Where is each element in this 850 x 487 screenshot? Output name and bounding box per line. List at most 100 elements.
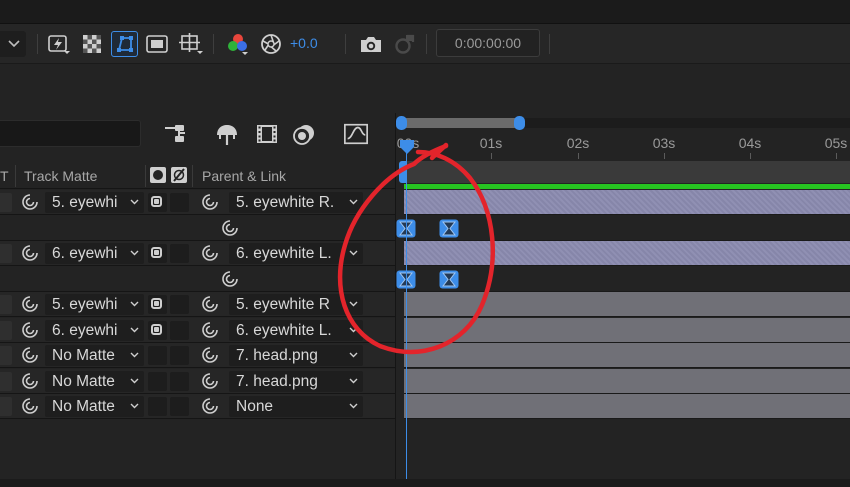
current-time-indicator-line[interactable] bbox=[406, 153, 407, 487]
matte-pickwhip-icon[interactable] bbox=[20, 192, 40, 212]
fast-preview-icon[interactable] bbox=[47, 31, 71, 57]
keyframe-track[interactable] bbox=[404, 266, 850, 292]
track-matte-dropdown[interactable]: 5. eyewhi bbox=[45, 192, 144, 213]
matte-pickwhip-icon[interactable] bbox=[20, 396, 40, 416]
keyframe-track[interactable] bbox=[404, 215, 850, 241]
matte-visibility-toggle[interactable] bbox=[148, 346, 167, 365]
matte-invert-toggle[interactable] bbox=[170, 295, 189, 314]
track-matte-dropdown[interactable]: 6. eyewhi bbox=[45, 243, 144, 264]
exposure-value[interactable]: +0.0 bbox=[290, 35, 318, 51]
parent-pickwhip-icon[interactable] bbox=[200, 320, 220, 340]
layer-row[interactable]: 5. eyewhi 5. eyewhite R. bbox=[0, 190, 395, 215]
property-pickwhip-icon[interactable] bbox=[220, 218, 240, 238]
shy-layers-icon[interactable] bbox=[163, 121, 189, 147]
layer-duration-bar[interactable] bbox=[404, 368, 850, 394]
matte-invert-toggle[interactable] bbox=[170, 346, 189, 365]
graph-editor-icon[interactable] bbox=[343, 121, 369, 147]
matte-visibility-toggle[interactable] bbox=[148, 320, 167, 340]
parent-pickwhip-icon[interactable] bbox=[200, 192, 220, 212]
layer-row[interactable]: 5. eyewhi 5. eyewhite R bbox=[0, 292, 395, 317]
parent-link-dropdown[interactable]: 6. eyewhite L. bbox=[229, 319, 363, 341]
property-pickwhip-icon[interactable] bbox=[220, 269, 240, 289]
matte-visibility-toggle[interactable] bbox=[148, 397, 167, 416]
show-snapshot-icon[interactable] bbox=[390, 31, 416, 57]
matte-pickwhip-icon[interactable] bbox=[20, 345, 40, 365]
layer-mode-stub[interactable] bbox=[0, 397, 12, 416]
time-ruler[interactable]: 00s 01s 02s 03s 04s 05s bbox=[396, 131, 850, 159]
matte-invert-toggle[interactable] bbox=[170, 193, 189, 212]
matte-pickwhip-icon[interactable] bbox=[20, 371, 40, 391]
parent-pickwhip-icon[interactable] bbox=[200, 345, 220, 365]
current-time-display[interactable]: 0:00:00:00 bbox=[436, 29, 540, 57]
parent-pickwhip-icon[interactable] bbox=[200, 294, 220, 314]
matte-invert-toggle[interactable] bbox=[170, 320, 189, 340]
layer-duration-bar[interactable] bbox=[404, 190, 850, 215]
snapshot-camera-icon[interactable] bbox=[358, 31, 384, 57]
layer-duration-bar[interactable] bbox=[404, 394, 850, 419]
keyframe-icon[interactable] bbox=[439, 270, 459, 289]
matte-visibility-toggle[interactable] bbox=[148, 193, 167, 212]
parent-link-dropdown[interactable]: 7. head.png bbox=[229, 345, 363, 366]
track-matte-dropdown[interactable]: No Matte bbox=[45, 345, 144, 366]
layer-mode-stub[interactable] bbox=[0, 244, 12, 263]
matte-visibility-toggle[interactable] bbox=[148, 244, 167, 263]
dropdown-chevron-icon[interactable] bbox=[0, 31, 28, 57]
time-navigator-start-handle[interactable] bbox=[396, 116, 407, 130]
work-area-bar[interactable] bbox=[404, 161, 850, 183]
track-matte-dropdown[interactable]: 5. eyewhi bbox=[45, 294, 144, 315]
layer-row[interactable]: 6. eyewhi 6. eyewhite L. bbox=[0, 241, 395, 266]
transparency-grid-icon[interactable] bbox=[80, 31, 104, 57]
layer-duration-bar[interactable] bbox=[404, 343, 850, 368]
layer-duration-bar[interactable] bbox=[404, 241, 850, 266]
current-time-indicator-head[interactable] bbox=[399, 139, 415, 155]
matte-invert-toggle[interactable] bbox=[170, 371, 189, 391]
parent-pickwhip-icon[interactable] bbox=[200, 243, 220, 263]
property-row[interactable] bbox=[0, 215, 395, 241]
layer-row[interactable]: No Matte 7. head.png bbox=[0, 368, 395, 394]
motion-blur-icon[interactable] bbox=[254, 121, 280, 147]
col-header-track-matte[interactable]: Track Matte bbox=[24, 168, 97, 184]
matte-invert-header-icon[interactable] bbox=[171, 167, 187, 183]
frame-blending-icon[interactable] bbox=[214, 121, 240, 147]
parent-link-dropdown[interactable]: 5. eyewhite R. bbox=[229, 192, 363, 213]
track-matte-dropdown[interactable]: 6. eyewhi bbox=[45, 319, 144, 341]
grid-guides-icon[interactable] bbox=[177, 31, 205, 57]
parent-link-dropdown[interactable]: 6. eyewhite L. bbox=[229, 243, 363, 264]
matte-visibility-toggle[interactable] bbox=[148, 371, 167, 391]
time-navigator-end-handle[interactable] bbox=[514, 116, 525, 130]
matte-invert-toggle[interactable] bbox=[170, 244, 189, 263]
parent-link-dropdown[interactable]: 5. eyewhite R bbox=[229, 294, 363, 315]
mask-visibility-icon[interactable] bbox=[145, 31, 169, 57]
parent-pickwhip-icon[interactable] bbox=[200, 371, 220, 391]
layer-row[interactable]: 6. eyewhi 6. eyewhite L. bbox=[0, 317, 395, 343]
keyframe-icon[interactable] bbox=[439, 219, 459, 238]
layer-row[interactable]: No Matte None bbox=[0, 394, 395, 419]
matte-visibility-toggle[interactable] bbox=[148, 295, 167, 314]
layer-mode-stub[interactable] bbox=[0, 371, 12, 391]
region-of-interest-icon[interactable] bbox=[111, 31, 138, 57]
parent-link-dropdown[interactable]: None bbox=[229, 396, 363, 417]
layer-mode-stub[interactable] bbox=[0, 346, 12, 365]
matte-pickwhip-icon[interactable] bbox=[20, 243, 40, 263]
layer-mode-stub[interactable] bbox=[0, 320, 12, 340]
layer-mode-stub[interactable] bbox=[0, 193, 12, 212]
matte-visibility-header-icon[interactable] bbox=[150, 167, 166, 183]
color-management-icon[interactable] bbox=[259, 31, 283, 57]
matte-invert-toggle[interactable] bbox=[170, 397, 189, 416]
layer-search-input[interactable] bbox=[0, 120, 141, 147]
matte-pickwhip-icon[interactable] bbox=[20, 320, 40, 340]
parent-pickwhip-icon[interactable] bbox=[200, 396, 220, 416]
draft-3d-icon[interactable] bbox=[292, 121, 318, 147]
property-row[interactable] bbox=[0, 266, 395, 292]
track-matte-dropdown[interactable]: No Matte bbox=[45, 396, 144, 417]
matte-pickwhip-icon[interactable] bbox=[20, 294, 40, 314]
layer-row[interactable]: No Matte 7. head.png bbox=[0, 343, 395, 368]
layer-mode-stub[interactable] bbox=[0, 295, 12, 314]
time-navigator-bar[interactable] bbox=[401, 118, 519, 128]
layer-duration-bar[interactable] bbox=[404, 317, 850, 343]
track-matte-dropdown[interactable]: No Matte bbox=[45, 370, 144, 392]
parent-link-dropdown[interactable]: 7. head.png bbox=[229, 370, 363, 392]
channel-rgb-icon[interactable] bbox=[226, 31, 250, 57]
layer-duration-bar[interactable] bbox=[404, 292, 850, 317]
col-header-parent-link[interactable]: Parent & Link bbox=[202, 168, 286, 184]
